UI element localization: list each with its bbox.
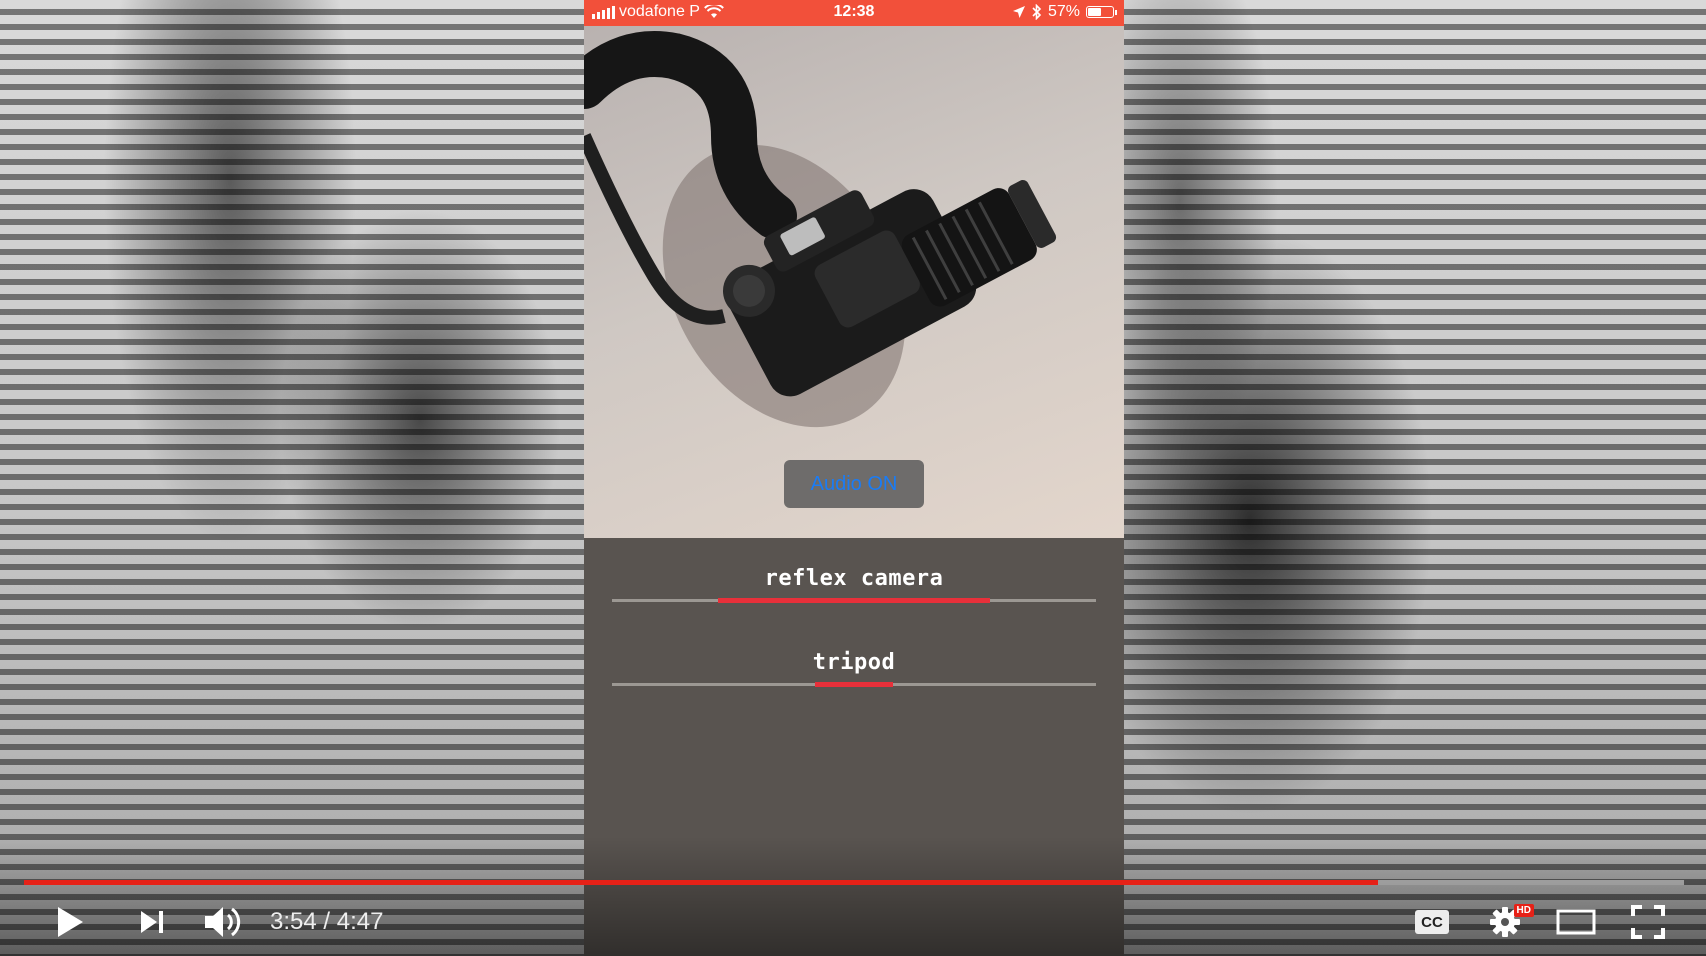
current-time: 3:54 [270, 908, 317, 935]
next-button[interactable] [128, 900, 176, 944]
play-icon [58, 907, 83, 937]
time-display: 3:54 / 4:47 [270, 908, 383, 936]
phone-screen: vodafone P 12:38 57% Audio ON reflex cam… [584, 0, 1124, 956]
result-item: reflex camera [612, 566, 1096, 603]
next-icon [141, 911, 163, 933]
captions-button[interactable]: CC [1412, 900, 1452, 944]
battery-percent: 57% [1047, 3, 1080, 20]
progress-played [24, 880, 1378, 885]
hd-badge: HD [1513, 904, 1534, 917]
cc-icon: CC [1415, 910, 1449, 934]
battery-icon [1086, 6, 1117, 18]
camera-preview: Audio ON [584, 26, 1124, 538]
volume-button[interactable] [198, 900, 248, 944]
bluetooth-icon [1032, 4, 1042, 20]
volume-icon [205, 907, 241, 937]
location-arrow-icon [1012, 6, 1025, 18]
time-separator: / [316, 908, 337, 935]
result-label: reflex camera [764, 566, 944, 591]
confidence-track [612, 682, 1096, 687]
duration: 4:47 [336, 908, 384, 935]
settings-button[interactable]: HD [1482, 900, 1534, 944]
theater-mode-button[interactable] [1552, 900, 1600, 944]
confidence-bar [718, 598, 990, 603]
confidence-bar [815, 682, 893, 687]
status-right: 57% [1012, 3, 1117, 21]
fullscreen-button[interactable] [1624, 900, 1672, 944]
theater-mode-icon [1556, 909, 1596, 935]
battery-level [1088, 8, 1101, 16]
video-player[interactable]: vodafone P 12:38 57% Audio ON reflex cam… [0, 0, 1706, 956]
fullscreen-icon [1631, 905, 1665, 939]
result-item: tripod [612, 650, 1096, 687]
result-label: tripod [812, 650, 896, 675]
confidence-track [612, 598, 1096, 603]
audio-toggle-button[interactable]: Audio ON [784, 460, 924, 508]
progress-bar[interactable] [24, 880, 1684, 885]
status-bar: vodafone P 12:38 57% [584, 0, 1124, 26]
play-button[interactable] [44, 900, 96, 944]
